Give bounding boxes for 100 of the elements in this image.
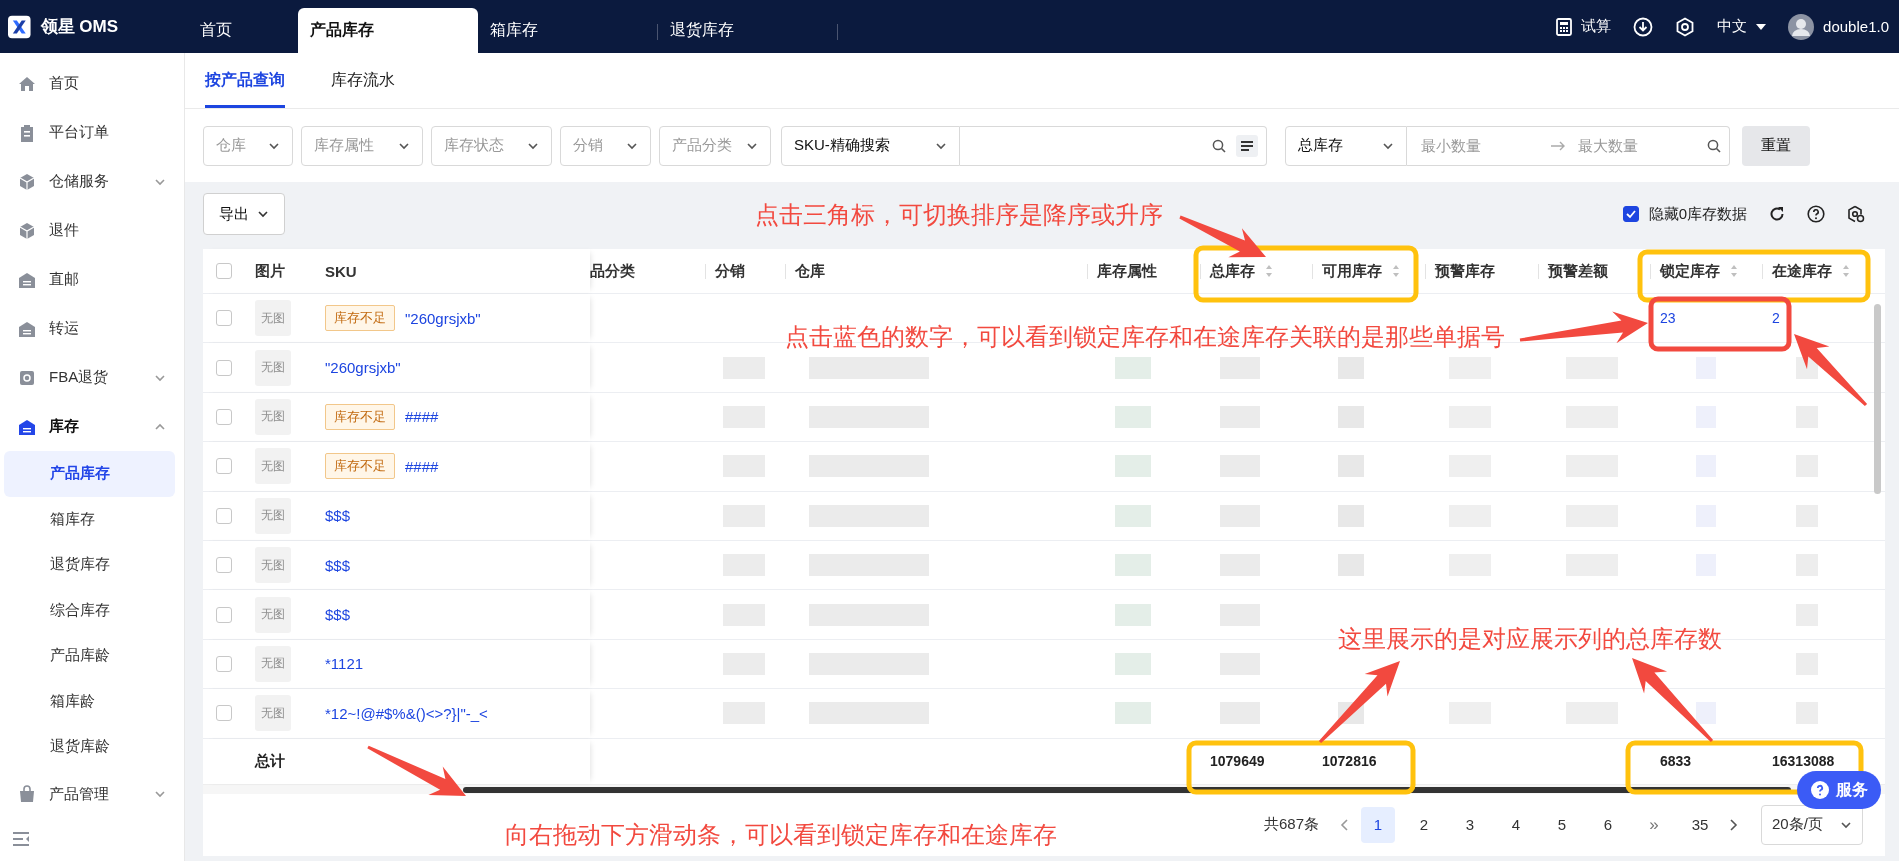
sidebar-item[interactable]: 仓储服务 bbox=[0, 157, 184, 206]
column-header: SKU bbox=[324, 261, 358, 282]
bag-icon bbox=[18, 785, 36, 803]
column-header: 库存属性 bbox=[1087, 249, 1200, 293]
stock-warning-tag: 库存不足 bbox=[325, 453, 395, 480]
page-button[interactable]: 1 bbox=[1361, 806, 1395, 843]
previous-page-icon[interactable] bbox=[1339, 817, 1349, 832]
no-image-thumbnail: 无图 bbox=[255, 398, 291, 435]
summary-value: 1072816 bbox=[1322, 753, 1377, 769]
sku-link[interactable]: "260grsjxb" bbox=[325, 359, 401, 377]
page-tab[interactable]: 首页 bbox=[118, 8, 298, 53]
range-field-select[interactable]: 总库存 bbox=[1285, 125, 1407, 166]
avatar-icon bbox=[1788, 13, 1815, 40]
sku-link[interactable]: #### bbox=[405, 457, 439, 475]
sidebar-subitem[interactable]: 产品库存 bbox=[4, 451, 175, 497]
sku-link[interactable]: $$$ bbox=[325, 606, 351, 624]
app-name: 领星 OMS bbox=[40, 16, 118, 38]
sidebar-item[interactable]: 库存 bbox=[0, 402, 184, 451]
column-header: 品分类 bbox=[590, 260, 636, 281]
pixelated-cell bbox=[1115, 405, 1151, 428]
sku-link[interactable]: *12~!@#$%&()<>?}|"-_< bbox=[325, 704, 488, 722]
sortable-column-header[interactable]: 锁定库存 bbox=[1650, 249, 1762, 293]
column-header: 仓库 bbox=[785, 249, 1087, 293]
locked-stock-link[interactable]: 23 bbox=[1660, 310, 1676, 327]
sidebar-subitem[interactable]: 综合库存 bbox=[4, 587, 175, 633]
list-icon[interactable] bbox=[1236, 134, 1258, 157]
refresh-icon[interactable] bbox=[1769, 206, 1785, 222]
collapse-menu-icon[interactable] bbox=[12, 830, 30, 847]
page-button[interactable]: 6 bbox=[1591, 806, 1625, 843]
warehouse-icon bbox=[18, 417, 36, 436]
settings-icon[interactable] bbox=[1847, 205, 1865, 223]
page-button[interactable]: 4 bbox=[1499, 806, 1533, 843]
sortable-column-header[interactable]: 总库存 bbox=[1200, 249, 1312, 293]
summary-value: 16313088 bbox=[1772, 753, 1835, 769]
trial-button[interactable]: 试算 bbox=[1556, 17, 1612, 36]
sidebar-subitem[interactable]: 箱库龄 bbox=[4, 678, 175, 724]
sku-link[interactable]: $$$ bbox=[325, 507, 351, 525]
view-tab[interactable]: 库存流水 bbox=[331, 53, 395, 108]
sidebar-item[interactable]: 平台订单 bbox=[0, 108, 184, 157]
scrollbar-thumb[interactable] bbox=[1874, 304, 1881, 494]
sku-link[interactable]: #### bbox=[405, 408, 439, 426]
reset-button[interactable]: 重置 bbox=[1742, 125, 1810, 166]
page-button[interactable]: 3 bbox=[1453, 806, 1487, 843]
summary-value: 1079649 bbox=[1210, 753, 1265, 769]
page-button[interactable]: 35 bbox=[1683, 806, 1717, 843]
help-icon bbox=[1810, 780, 1830, 800]
max-quantity-field[interactable]: 最大数量 bbox=[1576, 136, 1697, 155]
tile-icon bbox=[18, 368, 36, 387]
page-tab[interactable]: 产品库存 bbox=[298, 8, 478, 53]
calculator-icon bbox=[1556, 17, 1573, 36]
no-image-thumbnail: 无图 bbox=[255, 497, 291, 534]
pixelated-cell bbox=[1115, 504, 1151, 527]
in-transit-stock-link[interactable]: 2 bbox=[1772, 310, 1780, 327]
sidebar-subitem[interactable]: 产品库龄 bbox=[4, 633, 175, 679]
no-image-thumbnail: 无图 bbox=[255, 349, 291, 386]
sidebar-item[interactable]: FBA退货 bbox=[0, 353, 184, 402]
sidebar-subitem[interactable]: 退货库龄 bbox=[4, 724, 175, 770]
jump-pages-button[interactable]: » bbox=[1637, 806, 1671, 843]
page-tab[interactable]: 退货库存 bbox=[658, 8, 838, 53]
min-quantity-field[interactable]: 最小数量 bbox=[1419, 136, 1540, 155]
warehouse-icon bbox=[18, 319, 36, 338]
sidebar-item[interactable]: 产品管理 bbox=[0, 769, 184, 819]
language-select[interactable]: 中文 bbox=[1717, 17, 1767, 36]
column-header: 图片 bbox=[254, 260, 286, 281]
sidebar-item[interactable]: 首页 bbox=[0, 59, 184, 108]
search-field[interactable] bbox=[960, 125, 1267, 166]
sidebar-subitem[interactable]: 退货库存 bbox=[4, 542, 175, 588]
scrollbar-thumb[interactable] bbox=[463, 786, 1791, 793]
pixelated-cell bbox=[1115, 554, 1151, 577]
clipboard-icon bbox=[18, 123, 36, 142]
page-button[interactable]: 5 bbox=[1545, 806, 1579, 843]
sidebar-item[interactable]: 退件 bbox=[0, 206, 184, 255]
pixelated-cell bbox=[1115, 603, 1151, 626]
no-image-thumbnail: 无图 bbox=[255, 645, 291, 682]
column-header: 分销 bbox=[705, 249, 785, 293]
help-icon[interactable] bbox=[1807, 205, 1825, 223]
download-icon[interactable] bbox=[1633, 16, 1654, 37]
page-tab[interactable]: 箱库存 bbox=[478, 8, 658, 53]
chevron-icon bbox=[257, 208, 269, 220]
sortable-column-header[interactable]: 在途库存 bbox=[1762, 249, 1870, 293]
checkbox-label: 隐藏0库存数据 bbox=[1648, 204, 1747, 224]
sidebar-item[interactable]: 直邮 bbox=[0, 255, 184, 304]
sku-link[interactable]: *1121 bbox=[325, 655, 364, 673]
no-image-thumbnail: 无图 bbox=[255, 300, 291, 337]
sidebar-subitem[interactable]: 箱库存 bbox=[4, 496, 175, 542]
stock-warning-tag: 库存不足 bbox=[325, 403, 395, 430]
user-menu[interactable]: double1.0 bbox=[1788, 13, 1889, 40]
next-page-icon[interactable] bbox=[1729, 817, 1739, 832]
service-button[interactable]: 服务 bbox=[1797, 771, 1881, 809]
page-button[interactable]: 2 bbox=[1407, 806, 1441, 843]
sortable-column-header[interactable]: 可用库存 bbox=[1312, 249, 1425, 293]
sidebar-item[interactable]: 转运 bbox=[0, 304, 184, 353]
search-mode-select[interactable]: SKU-精确搜索 bbox=[781, 125, 960, 166]
sku-link[interactable]: "260grsjxb" bbox=[405, 309, 481, 327]
export-button[interactable]: 导出 bbox=[203, 193, 285, 235]
settings-icon[interactable] bbox=[1675, 16, 1696, 37]
sku-link[interactable]: $$$ bbox=[325, 556, 351, 574]
arrow-right-icon bbox=[1550, 140, 1566, 151]
checkbox[interactable] bbox=[1622, 206, 1639, 222]
annotation-note: 向右拖动下方滑动条，可以看到锁定库存和在途库存 bbox=[505, 820, 1057, 850]
